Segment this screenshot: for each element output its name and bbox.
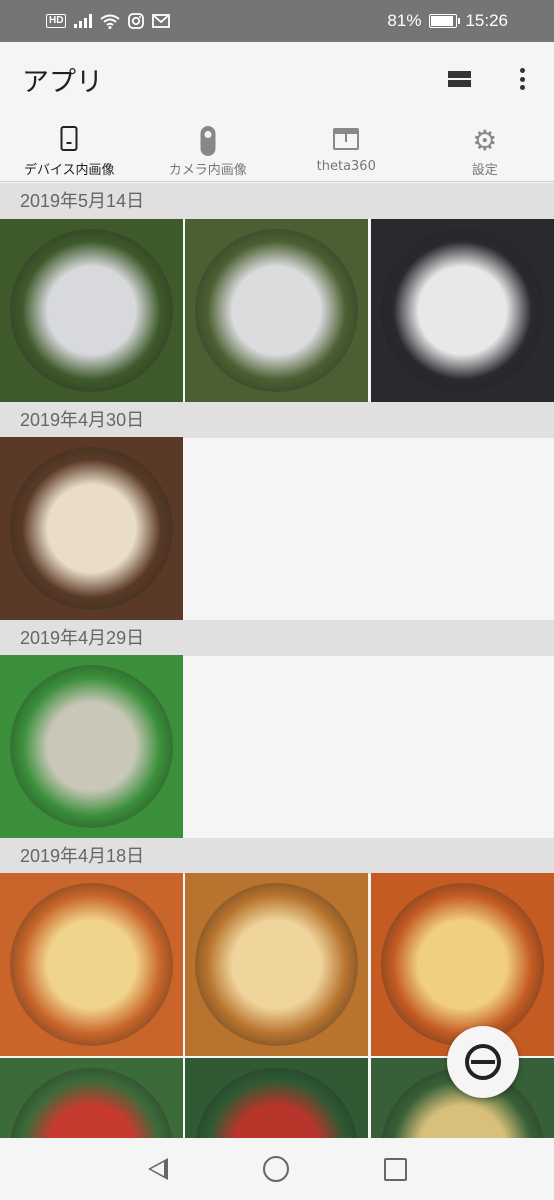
photo-thumbnail[interactable] xyxy=(185,873,368,1056)
wifi-icon xyxy=(100,14,121,29)
mail-icon xyxy=(152,14,171,28)
tab-label: 設定 xyxy=(471,163,498,178)
tab-settings[interactable]: ⚙ 設定 xyxy=(416,122,554,182)
theta-capture-icon xyxy=(465,1044,501,1080)
status-right: 81% 15:26 xyxy=(387,11,508,31)
page-title: アプリ xyxy=(22,67,103,98)
tab-theta360[interactable]: theta360 xyxy=(277,122,416,182)
battery-level xyxy=(431,16,453,26)
tab-label: デバイス内画像 xyxy=(23,163,115,178)
battery-percent: 81% xyxy=(387,11,422,30)
tab-bar: デバイス内画像 カメラ内画像 theta360 ⚙ 設定 xyxy=(0,122,554,182)
date-header: 2019年5月14日 xyxy=(0,183,554,219)
photo-thumbnail[interactable] xyxy=(0,655,183,838)
signal-icon xyxy=(74,14,93,28)
photo-thumbnail[interactable] xyxy=(0,1058,183,1138)
photo-thumbnail[interactable] xyxy=(0,219,183,402)
view-stream-icon[interactable] xyxy=(448,71,471,87)
photo-thumbnail[interactable] xyxy=(371,873,554,1056)
clock: 15:26 xyxy=(465,11,508,30)
date-header: 2019年4月18日 xyxy=(0,838,554,874)
tab-camera-images[interactable]: カメラ内画像 xyxy=(139,122,278,182)
more-vert-icon[interactable] xyxy=(511,64,533,94)
app-bar: アプリ デバイス内画像 カメラ内画像 theta360 ⚙ 設定 xyxy=(0,42,554,182)
recents-icon[interactable] xyxy=(383,1157,407,1181)
hd-icon: HD xyxy=(46,14,67,28)
tab-device-images[interactable]: デバイス内画像 xyxy=(0,122,139,182)
photo-thumbnail[interactable] xyxy=(0,437,183,620)
date-header: 2019年4月30日 xyxy=(0,402,554,438)
photo-thumbnail[interactable] xyxy=(185,1058,368,1138)
camera-icon xyxy=(200,126,216,156)
photo-thumbnail[interactable] xyxy=(371,219,554,402)
web-window-icon xyxy=(333,128,360,150)
date-header: 2019年4月29日 xyxy=(0,620,554,656)
back-icon[interactable] xyxy=(147,1158,168,1180)
instagram-icon xyxy=(128,13,145,29)
navigation-bar xyxy=(0,1138,554,1200)
status-bar: HD 81% 15:26 xyxy=(0,0,554,42)
home-icon[interactable] xyxy=(262,1156,289,1182)
tab-label: カメラ内画像 xyxy=(168,163,247,178)
battery-icon xyxy=(429,14,461,28)
photo-thumbnail[interactable] xyxy=(0,873,183,1056)
photo-thumbnail[interactable] xyxy=(185,219,368,402)
gear-icon: ⚙ xyxy=(472,124,498,157)
phone-icon xyxy=(60,126,78,151)
theta-capture-button[interactable] xyxy=(447,1026,519,1098)
tab-label: theta360 xyxy=(316,159,376,174)
gallery: 2019年5月14日 2019年4月30日 2019年4月29日 2019年4月… xyxy=(0,183,554,1138)
status-left: HD xyxy=(46,13,171,29)
